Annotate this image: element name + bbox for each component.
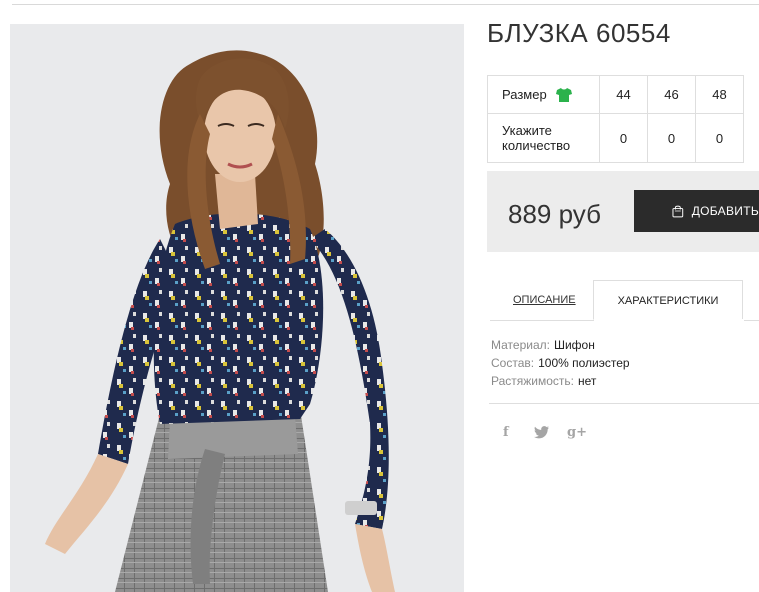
quantity-input-46[interactable]: 0 xyxy=(647,113,696,163)
spec-value: 100% полиэстер xyxy=(538,356,630,370)
quantity-label-line2: количество xyxy=(502,138,571,153)
spec-key: Состав: xyxy=(491,356,535,370)
size-44: 44 xyxy=(599,75,648,114)
size-label: Размер xyxy=(502,86,547,102)
top-divider xyxy=(12,4,759,5)
tab-specifications[interactable]: ХАРАКТЕРИСТИКИ xyxy=(593,280,743,320)
product-title: БЛУЗКА 60554 xyxy=(487,18,671,48)
price-text: 889 руб xyxy=(508,199,601,229)
section-divider xyxy=(489,403,759,404)
size-label-cell: Размер xyxy=(487,75,600,114)
quantity-input-48[interactable]: 0 xyxy=(695,113,744,163)
model-illustration xyxy=(10,24,464,592)
size-48: 48 xyxy=(695,75,744,114)
spec-row-material: Материал: Шифон xyxy=(491,336,630,354)
product-tabs: ОПИСАНИЕ ХАРАКТЕРИСТИКИ xyxy=(490,280,759,320)
spec-key: Материал: xyxy=(491,338,550,352)
shopping-bag-icon xyxy=(672,205,684,218)
product-photo[interactable] xyxy=(10,24,464,592)
specifications-list: Материал: Шифон Состав: 100% полиэстер Рас… xyxy=(491,336,630,390)
quantity-row: Укажите количество 0 0 0 xyxy=(487,113,744,163)
spec-value: нет xyxy=(578,374,597,388)
quantity-label-line1: Укажите xyxy=(502,123,552,138)
size-46: 46 xyxy=(647,75,696,114)
google-plus-icon[interactable]: g+ xyxy=(567,425,587,440)
quantity-label-cell: Укажите количество xyxy=(487,113,600,163)
quantity-input-44[interactable]: 0 xyxy=(599,113,648,163)
size-quantity-table: Размер 44 46 48 Укажите количество 0 0 0 xyxy=(487,75,744,163)
spec-row-stretch: Растяжимость: нет xyxy=(491,372,630,390)
tab-description[interactable]: ОПИСАНИЕ xyxy=(513,294,576,306)
facebook-icon[interactable]: f xyxy=(503,425,509,440)
spec-row-composition: Состав: 100% полиэстер xyxy=(491,354,630,372)
shirt-icon[interactable] xyxy=(556,88,573,103)
add-to-cart-label: ДОБАВИТЬ xyxy=(691,204,759,218)
price-panel: 889 руб ДОБАВИТЬ xyxy=(487,171,759,252)
spec-key: Растяжимость: xyxy=(491,374,575,388)
add-to-cart-button[interactable]: ДОБАВИТЬ xyxy=(634,190,759,232)
twitter-icon[interactable] xyxy=(534,426,549,439)
spec-value: Шифон xyxy=(553,338,595,352)
active-tab-gap xyxy=(594,319,744,321)
size-row: Размер 44 46 48 xyxy=(487,75,744,114)
